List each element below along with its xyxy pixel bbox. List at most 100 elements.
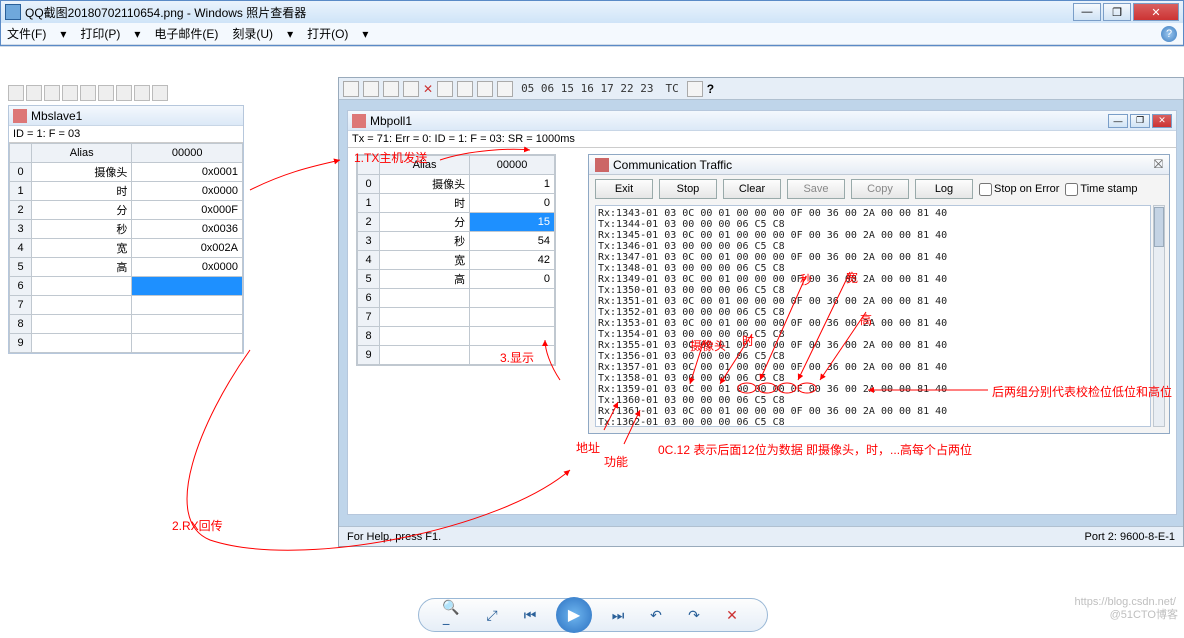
cell-value[interactable]	[470, 346, 555, 365]
mbslave-table[interactable]: Alias00000 0摄像头0x00011时0x00002分0x000F3秒0…	[9, 143, 243, 353]
row-header[interactable]: 5	[358, 270, 380, 289]
timestamp-check[interactable]: Time stamp	[1065, 183, 1137, 196]
print-icon[interactable]	[403, 81, 419, 97]
row-header[interactable]: 6	[358, 289, 380, 308]
toolbar-icon[interactable]	[62, 85, 78, 101]
settings-icon[interactable]	[687, 81, 703, 97]
row-header[interactable]: 2	[358, 213, 380, 232]
play-button[interactable]: ▶	[556, 597, 592, 633]
rotate-right-button[interactable]: ↷	[682, 603, 706, 627]
cell-alias[interactable]: 分	[380, 213, 470, 232]
row-header[interactable]: 8	[10, 315, 32, 334]
maximize-button[interactable]: ❐	[1103, 3, 1131, 21]
cell-alias[interactable]	[32, 315, 132, 334]
cell-alias[interactable]: 高	[32, 258, 132, 277]
next-button[interactable]: ⏭	[606, 603, 630, 627]
cell-alias[interactable]: 摄像头	[32, 163, 132, 182]
cell-alias[interactable]	[380, 308, 470, 327]
copy-button[interactable]: Copy	[851, 179, 909, 199]
scrollbar[interactable]	[1153, 205, 1165, 427]
menu-open[interactable]: 打开(O)	[307, 25, 348, 42]
tool-icon[interactable]	[437, 81, 453, 97]
row-header[interactable]: 0	[10, 163, 32, 182]
mbpoll-titlebar[interactable]: Mbpoll1 — ❐ ✕	[348, 111, 1176, 131]
toolbar-icon[interactable]	[134, 85, 150, 101]
cell-value[interactable]: 0x002A	[132, 239, 243, 258]
cell-value[interactable]: 0x0000	[132, 182, 243, 201]
toolbar-icon[interactable]	[98, 85, 114, 101]
cell-alias[interactable]: 时	[380, 194, 470, 213]
cell-alias[interactable]: 分	[32, 201, 132, 220]
clear-button[interactable]: Clear	[723, 179, 781, 199]
cell-value[interactable]	[470, 308, 555, 327]
toolbar-icon[interactable]	[116, 85, 132, 101]
scroll-thumb[interactable]	[1154, 207, 1164, 247]
traffic-listing[interactable]: Rx:1343-01 03 0C 00 01 00 00 00 0F 00 36…	[595, 205, 1151, 427]
cell-alias[interactable]: 秒	[380, 232, 470, 251]
cell-value[interactable]: 0x0001	[132, 163, 243, 182]
cell-alias[interactable]: 宽	[380, 251, 470, 270]
mbpoll-table[interactable]: Alias00000 0摄像头11时02分153秒544宽425高06789	[357, 155, 555, 365]
row-header[interactable]: 9	[358, 346, 380, 365]
cell-value[interactable]	[132, 296, 243, 315]
row-header[interactable]: 7	[10, 296, 32, 315]
cell-alias[interactable]: 摄像头	[380, 175, 470, 194]
cell-alias[interactable]: 时	[32, 182, 132, 201]
new-icon[interactable]	[343, 81, 359, 97]
row-header[interactable]: 7	[358, 308, 380, 327]
tool-icon[interactable]	[497, 81, 513, 97]
menu-file[interactable]: 文件(F)	[7, 25, 46, 42]
cell-value[interactable]	[470, 327, 555, 346]
cell-value[interactable]: 15	[470, 213, 555, 232]
cell-value[interactable]: 0	[470, 270, 555, 289]
prev-button[interactable]: ⏮	[518, 603, 542, 627]
rotate-left-button[interactable]: ↶	[644, 603, 668, 627]
row-header[interactable]: 0	[358, 175, 380, 194]
cell-value[interactable]: 0x0036	[132, 220, 243, 239]
stop-button[interactable]: Stop	[659, 179, 717, 199]
zoom-out-button[interactable]: 🔍−	[442, 603, 466, 627]
cell-alias[interactable]	[380, 327, 470, 346]
row-header[interactable]: 2	[10, 201, 32, 220]
traffic-title[interactable]: Communication Traffic ⛝	[589, 155, 1169, 175]
toolbar-icon[interactable]	[26, 85, 42, 101]
toolbar-icon[interactable]	[152, 85, 168, 101]
row-header[interactable]: 3	[10, 220, 32, 239]
menu-email[interactable]: 电子邮件(E)	[154, 25, 218, 42]
cell-value[interactable]: 1	[470, 175, 555, 194]
cell-value[interactable]	[132, 277, 243, 296]
row-header[interactable]: 1	[358, 194, 380, 213]
row-header[interactable]: 9	[10, 334, 32, 353]
exit-button[interactable]: Exit	[595, 179, 653, 199]
cell-alias[interactable]: 宽	[32, 239, 132, 258]
delete-button[interactable]: ✕	[720, 603, 744, 627]
stop-on-error-check[interactable]: Stop on Error	[979, 183, 1059, 196]
cell-value[interactable]: 0x000F	[132, 201, 243, 220]
toolbar-icon[interactable]	[80, 85, 96, 101]
cell-alias[interactable]	[380, 289, 470, 308]
toolbar-icon[interactable]	[44, 85, 60, 101]
toolbar-tc[interactable]: TC	[662, 82, 683, 95]
mbslave-title[interactable]: Mbslave1	[9, 106, 243, 126]
cell-alias[interactable]	[32, 296, 132, 315]
toolbar-icon[interactable]	[8, 85, 24, 101]
help-icon[interactable]: ?	[1161, 26, 1177, 42]
minimize-button[interactable]: —	[1073, 3, 1101, 21]
row-header[interactable]: 5	[10, 258, 32, 277]
max-button[interactable]: ❐	[1130, 114, 1150, 128]
row-header[interactable]: 1	[10, 182, 32, 201]
dialog-close-icon[interactable]: ⛝	[1154, 157, 1163, 172]
cell-value[interactable]	[470, 289, 555, 308]
save-icon[interactable]	[383, 81, 399, 97]
row-header[interactable]: 6	[10, 277, 32, 296]
cell-value[interactable]: 42	[470, 251, 555, 270]
row-header[interactable]: 4	[10, 239, 32, 258]
save-button[interactable]: Save	[787, 179, 845, 199]
cell-alias[interactable]	[32, 334, 132, 353]
row-header[interactable]: 4	[358, 251, 380, 270]
row-header[interactable]: 3	[358, 232, 380, 251]
fit-button[interactable]: ⤢	[480, 603, 504, 627]
open-icon[interactable]	[363, 81, 379, 97]
tool-icon[interactable]	[457, 81, 473, 97]
menu-print[interactable]: 打印(P)	[80, 25, 120, 42]
